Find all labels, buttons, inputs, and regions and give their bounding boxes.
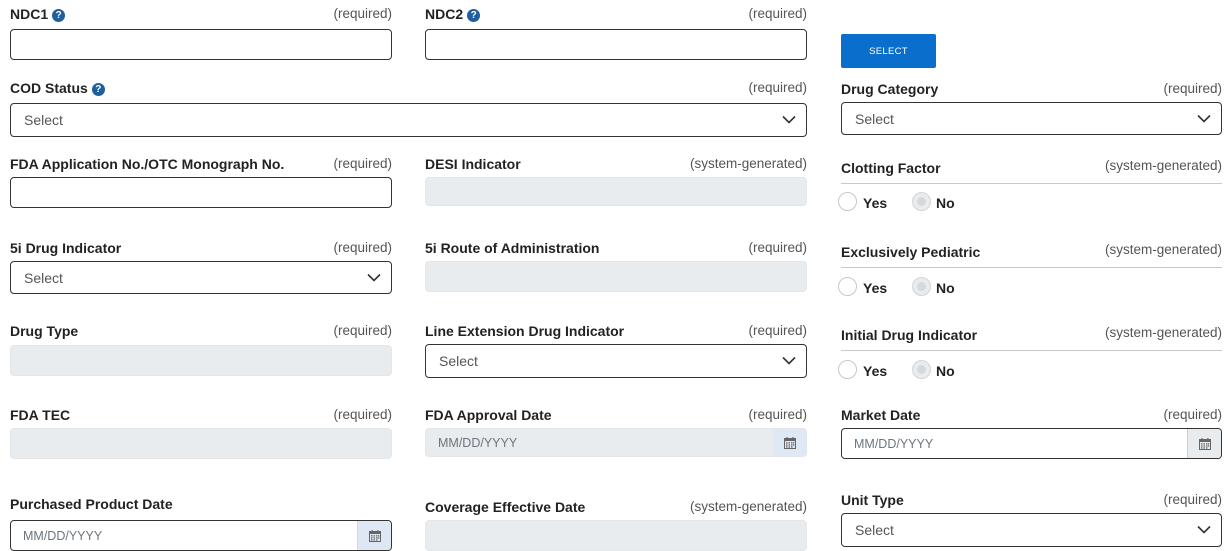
market-date-placeholder: MM/DD/YYYY bbox=[854, 436, 934, 451]
cod-status-value: Select bbox=[24, 112, 63, 128]
divider bbox=[841, 183, 1222, 184]
initial-drug-required: (system-generated) bbox=[1104, 325, 1222, 340]
initial-drug-yes-radio[interactable] bbox=[838, 360, 857, 379]
fda-app-no-input[interactable] bbox=[10, 177, 392, 208]
excl-pediatric-label: Exclusively Pediatric bbox=[841, 244, 981, 260]
excl-pediatric-yes-label: Yes bbox=[863, 280, 888, 296]
drug-category-required: (required) bbox=[1163, 81, 1222, 96]
desi-indicator-label: DESI Indicator bbox=[425, 156, 521, 172]
drug-type-label: Drug Type bbox=[10, 323, 79, 339]
clotting-factor-required: (system-generated) bbox=[1104, 158, 1222, 173]
drug-type-required: (required) bbox=[333, 323, 392, 338]
divider bbox=[841, 350, 1222, 351]
divider bbox=[841, 267, 1222, 268]
line-extension-required: (required) bbox=[748, 323, 807, 338]
line-extension-value: Select bbox=[439, 353, 478, 369]
fda-tec-required: (required) bbox=[333, 407, 392, 422]
purchased-product-date-label: Purchased Product Date bbox=[10, 496, 173, 512]
five-i-drug-value: Select bbox=[24, 269, 63, 286]
calendar-icon bbox=[1199, 438, 1211, 450]
ndc2-required: (required) bbox=[748, 6, 807, 21]
ndc1-label-text: NDC1 bbox=[10, 6, 49, 22]
coverage-effective-date-field bbox=[425, 520, 807, 551]
market-date-required: (required) bbox=[1163, 407, 1222, 422]
fda-approval-date-required: (required) bbox=[748, 407, 807, 422]
fda-approval-date-label: FDA Approval Date bbox=[425, 407, 552, 423]
purchased-product-date-placeholder: MM/DD/YYYY bbox=[23, 528, 103, 543]
fda-approval-date-calendar-button bbox=[773, 429, 806, 456]
drug-type-field bbox=[10, 345, 392, 376]
five-i-route-label: 5i Route of Administration bbox=[425, 240, 600, 256]
ndc2-label: NDC2? bbox=[425, 6, 481, 22]
cod-status-label: COD Status? bbox=[10, 80, 105, 96]
unit-type-label: Unit Type bbox=[841, 492, 904, 508]
cod-status-label-text: COD Status bbox=[10, 80, 88, 96]
chevron-down-icon bbox=[782, 357, 796, 366]
chevron-down-icon bbox=[782, 116, 796, 125]
market-date-calendar-button[interactable] bbox=[1187, 429, 1221, 458]
coverage-effective-date-required: (system-generated) bbox=[689, 499, 807, 514]
fda-tec-label: FDA TEC bbox=[10, 407, 71, 423]
five-i-drug-select[interactable]: Select bbox=[10, 261, 392, 294]
clotting-factor-yes-label: Yes bbox=[863, 195, 888, 211]
initial-drug-label: Initial Drug Indicator bbox=[841, 327, 978, 343]
clotting-factor-no-label: No bbox=[936, 195, 955, 211]
line-extension-select[interactable]: Select bbox=[425, 344, 807, 378]
unit-type-value: Select bbox=[855, 522, 894, 538]
initial-drug-yes-label: Yes bbox=[863, 363, 888, 379]
desi-indicator-field bbox=[425, 177, 807, 206]
chevron-down-icon bbox=[367, 273, 381, 282]
help-icon[interactable]: ? bbox=[52, 9, 66, 22]
five-i-drug-label: 5i Drug Indicator bbox=[10, 240, 122, 256]
fda-approval-date-field: MM/DD/YYYY bbox=[425, 428, 807, 457]
five-i-drug-required: (required) bbox=[333, 240, 392, 255]
cod-status-select[interactable]: Select bbox=[10, 103, 807, 137]
desi-indicator-required: (system-generated) bbox=[689, 156, 807, 171]
market-date-label: Market Date bbox=[841, 407, 921, 423]
calendar-icon bbox=[784, 437, 796, 449]
ndc1-input[interactable] bbox=[10, 29, 392, 60]
clotting-factor-no-radio[interactable] bbox=[912, 192, 931, 211]
purchased-product-date-field[interactable]: MM/DD/YYYY bbox=[10, 520, 392, 551]
five-i-route-required: (required) bbox=[748, 240, 807, 255]
help-icon[interactable]: ? bbox=[91, 83, 105, 96]
calendar-icon bbox=[369, 530, 381, 542]
fda-app-no-label: FDA Application No./OTC Monograph No. bbox=[10, 156, 285, 172]
excl-pediatric-no-radio[interactable] bbox=[912, 277, 931, 296]
drug-category-label: Drug Category bbox=[841, 81, 939, 97]
unit-type-select[interactable]: Select bbox=[841, 513, 1222, 547]
five-i-route-field bbox=[425, 261, 807, 292]
excl-pediatric-required: (system-generated) bbox=[1104, 242, 1222, 257]
drug-category-select[interactable]: Select bbox=[841, 102, 1222, 135]
initial-drug-no-radio[interactable] bbox=[912, 360, 931, 379]
select-button[interactable]: SELECT bbox=[841, 34, 936, 68]
clotting-factor-yes-radio[interactable] bbox=[838, 192, 857, 211]
ndc2-input[interactable] bbox=[425, 29, 807, 60]
ndc2-label-text: NDC2 bbox=[425, 6, 464, 22]
excl-pediatric-yes-radio[interactable] bbox=[838, 277, 857, 296]
coverage-effective-date-label: Coverage Effective Date bbox=[425, 499, 586, 515]
ndc1-required: (required) bbox=[333, 6, 392, 21]
drug-category-value: Select bbox=[855, 110, 894, 127]
cod-status-required: (required) bbox=[748, 80, 807, 95]
line-extension-label: Line Extension Drug Indicator bbox=[425, 323, 625, 339]
market-date-field[interactable]: MM/DD/YYYY bbox=[841, 428, 1222, 459]
help-icon[interactable]: ? bbox=[467, 9, 481, 22]
ndc1-label: NDC1? bbox=[10, 6, 66, 22]
excl-pediatric-no-label: No bbox=[936, 280, 955, 296]
fda-app-no-required: (required) bbox=[333, 156, 392, 171]
initial-drug-no-label: No bbox=[936, 363, 955, 379]
chevron-down-icon bbox=[1197, 526, 1211, 535]
chevron-down-icon bbox=[1197, 114, 1211, 123]
fda-tec-field bbox=[10, 428, 392, 459]
clotting-factor-label: Clotting Factor bbox=[841, 160, 941, 176]
fda-approval-date-placeholder: MM/DD/YYYY bbox=[438, 435, 518, 450]
unit-type-required: (required) bbox=[1163, 492, 1222, 507]
purchased-product-date-calendar-button[interactable] bbox=[357, 521, 391, 550]
